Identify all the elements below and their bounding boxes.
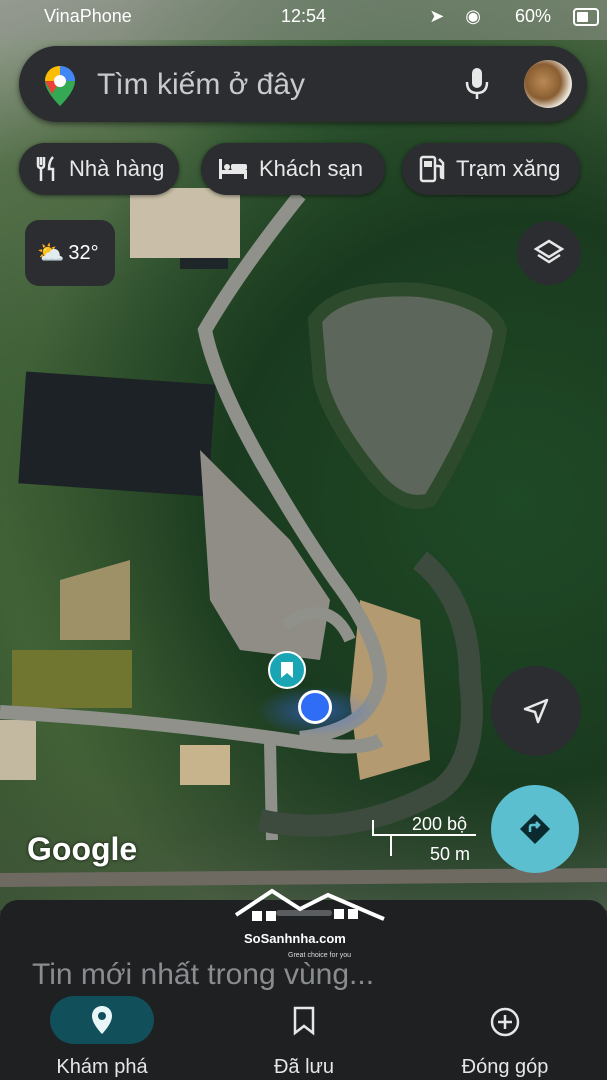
layers-button[interactable]: [517, 221, 581, 285]
tab-label: Khám phá: [56, 1056, 148, 1078]
watermark-name: SoSanhnha.com: [244, 931, 346, 946]
restaurant-icon: [36, 156, 55, 181]
chip-hotels[interactable]: Khách sạn: [201, 143, 385, 195]
saved-place-marker[interactable]: [268, 651, 306, 689]
mic-icon[interactable]: [463, 66, 491, 102]
my-location-button[interactable]: [491, 666, 581, 756]
chip-restaurants[interactable]: Nhà hàng: [19, 143, 179, 195]
bookmark-icon: [293, 1006, 315, 1036]
battery-icon: [573, 8, 599, 26]
tab-contribute[interactable]: Đóng góp: [405, 990, 605, 1080]
temperature: 32°: [68, 241, 99, 264]
weather-badge[interactable]: ⛅ 32°: [25, 220, 115, 286]
google-maps-pin-icon: [45, 66, 75, 106]
category-chips: Nhà hàng Khách sạn Trạm xăng: [19, 143, 607, 195]
house-logo-icon: [234, 888, 385, 921]
chip-label: Nhà hàng: [69, 156, 165, 181]
navigation-arrow-icon: [523, 698, 549, 724]
satellite-map[interactable]: VinaPhone 12:54 ➤ ◉ 60% Tìm kiếm ở đây N…: [0, 0, 607, 910]
tab-label: Đã lưu: [273, 1056, 335, 1078]
tab-saved[interactable]: Đã lưu: [204, 990, 404, 1080]
search-input[interactable]: Tìm kiếm ở đây: [97, 68, 305, 102]
my-location-dot: [298, 690, 332, 724]
location-arrow-icon: ➤ ◉: [429, 6, 489, 26]
scale-imperial: 200 bộ: [412, 814, 468, 834]
google-logo: Google: [27, 831, 138, 867]
bookmark-icon: [281, 662, 293, 678]
bottom-tab-bar: Khám phá Đã lưu Đóng góp: [0, 990, 607, 1080]
explore-pin-icon: [92, 1006, 112, 1034]
hotel-icon: [219, 159, 247, 179]
battery-percent: 60%: [514, 6, 551, 26]
status-bar: VinaPhone 12:54 ➤ ◉ 60%: [0, 0, 607, 34]
scale-metric: 50 m: [430, 844, 471, 864]
watermark-slogan: Great choice for you: [288, 952, 352, 959]
chip-label: Khách sạn: [259, 156, 363, 181]
tab-label: Đóng góp: [461, 1056, 549, 1078]
directions-button[interactable]: [491, 785, 579, 873]
chip-label: Trạm xăng: [456, 156, 561, 181]
add-circle-icon: [490, 1007, 520, 1037]
gas-station-icon: [419, 155, 445, 183]
directions-icon: [520, 814, 550, 844]
tab-explore[interactable]: Khám phá: [2, 990, 202, 1080]
layers-icon: [533, 239, 565, 264]
avatar[interactable]: [524, 60, 572, 108]
chip-gas-stations[interactable]: Trạm xăng: [402, 143, 580, 195]
map-features: [0, 0, 607, 887]
watermark: SoSanhnha.com Great choice for you: [230, 885, 390, 965]
partly-sunny-icon: ⛅: [37, 240, 65, 265]
search-bar[interactable]: Tìm kiếm ở đây: [19, 46, 587, 122]
